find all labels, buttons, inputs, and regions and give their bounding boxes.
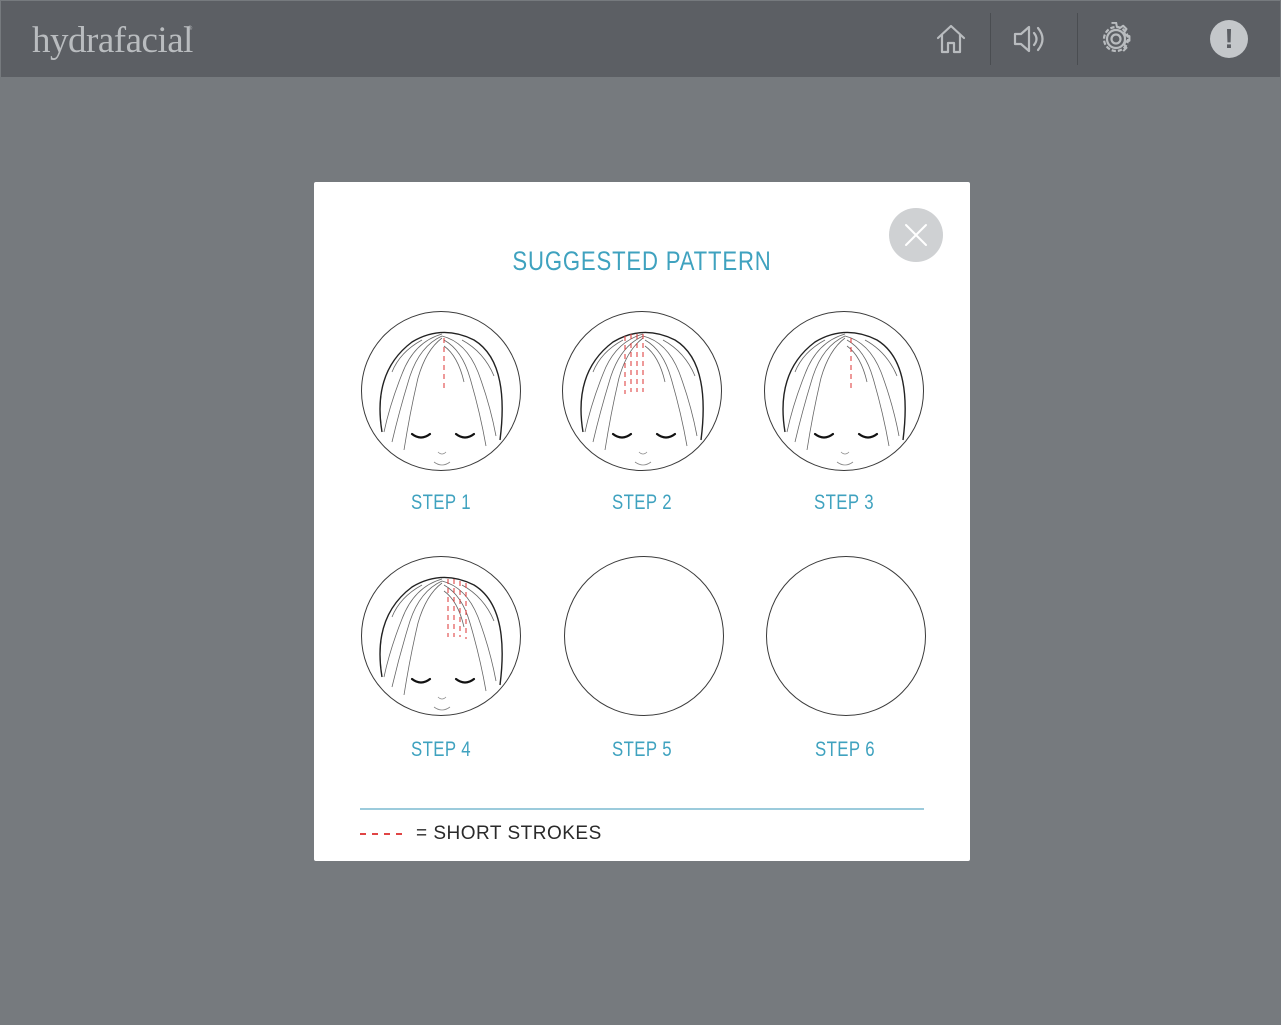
settings-button[interactable] bbox=[1086, 13, 1146, 65]
gear-icon bbox=[1102, 22, 1131, 53]
top-bar: hydrafacial ® ! bbox=[1, 1, 1280, 77]
step-4-illustration bbox=[361, 556, 521, 716]
home-icon bbox=[936, 24, 966, 54]
step-3-illustration bbox=[764, 311, 924, 471]
speaker-icon bbox=[1013, 25, 1044, 53]
exclamation-icon: ! bbox=[1224, 23, 1234, 54]
step-2-illustration bbox=[562, 311, 722, 471]
head-illustration bbox=[782, 331, 906, 466]
home-button[interactable] bbox=[921, 13, 981, 65]
step-1-illustration bbox=[361, 311, 521, 471]
dashed-stroke-icon bbox=[360, 833, 404, 835]
head-illustration bbox=[580, 331, 704, 466]
step-1-label: STEP 1 bbox=[411, 491, 471, 514]
dialog-title: SUGGESTED PATTERN bbox=[512, 246, 772, 276]
toolbar-divider bbox=[990, 13, 991, 65]
step-6-label: STEP 6 bbox=[815, 738, 875, 761]
registered-mark: ® bbox=[187, 25, 193, 32]
legend-text: = SHORT STROKES bbox=[416, 823, 602, 844]
step-4-label: STEP 4 bbox=[411, 738, 471, 761]
step-6-illustration bbox=[766, 556, 926, 716]
divider-line bbox=[360, 808, 924, 810]
head-illustration bbox=[379, 331, 503, 466]
legend: = SHORT STROKES bbox=[360, 822, 602, 846]
head-illustration bbox=[379, 576, 503, 711]
app-background: hydrafacial ® ! SUGGESTED PATTERN STEP 1… bbox=[1, 1, 1280, 1024]
step-2-label: STEP 2 bbox=[612, 491, 672, 514]
step-5-illustration bbox=[564, 556, 724, 716]
step-3-label: STEP 3 bbox=[814, 491, 874, 514]
toolbar-divider bbox=[1077, 13, 1078, 65]
audio-button[interactable] bbox=[1001, 13, 1061, 65]
close-icon bbox=[905, 224, 927, 246]
hydrafacial-logo: hydrafacial bbox=[32, 20, 193, 61]
suggested-pattern-dialog: SUGGESTED PATTERN STEP 1 STEP 2 STEP 3 S… bbox=[314, 182, 970, 861]
step-5-label: STEP 5 bbox=[612, 738, 672, 761]
alert-button[interactable]: ! bbox=[1210, 20, 1248, 58]
